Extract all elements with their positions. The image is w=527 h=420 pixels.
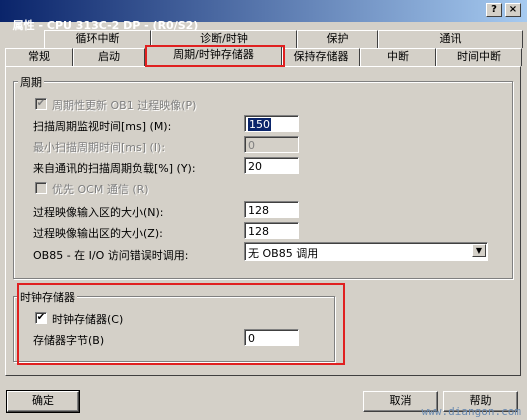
watermark: www.diangon.com [421,405,521,418]
tab-cyclic-interrupt[interactable]: 循环中断 [44,30,151,48]
tab-label: 循环中断 [75,32,120,45]
ocm-priority-label: 优先 OCM 通信 (R) [52,183,149,196]
scan-monitor-value: 150 [248,118,271,131]
tab-communication[interactable]: 通讯 [378,30,523,48]
min-scan-label: 最小扫描周期时间[ms] (I): [33,141,166,154]
tab-label: 保持存储器 [293,50,349,63]
tab-protection[interactable]: 保护 [297,30,378,48]
tab-time-of-day-interrupts[interactable]: 时间中断 [436,48,522,66]
update-image-checkbox[interactable]: ✔ [35,98,47,110]
ob85-value: 无 OB85 调用 [248,247,319,260]
tab-label: 时间中断 [457,50,501,63]
tab-label: 启动 [98,50,120,63]
tab-retentive-memory[interactable]: 保持存储器 [282,48,360,66]
clock-memory-label: 时钟存储器(C) [52,313,124,326]
ob85-select[interactable]: 无 OB85 调用 ▼ [244,242,488,261]
clock-memory-checkbox[interactable]: ✔ [35,312,47,324]
tab-label: 保护 [326,32,349,45]
comm-load-input[interactable]: 20 [244,157,299,174]
close-icon[interactable]: × [505,3,521,17]
chevron-down-icon[interactable]: ▼ [472,244,486,257]
clock-memory-group-title: 时钟存储器 [18,289,77,305]
memory-byte-label: 存储器字节(B) [33,334,105,347]
output-image-size-label: 过程映像输出区的大小(Z): [33,227,163,240]
tab-panel: 周期 ✔ 周期性更新 OB1 过程映像(P) 扫描周期监视时间[ms] (M):… [5,66,521,376]
tab-label: 通讯 [439,32,462,45]
tab-general[interactable]: 常规 [5,48,73,66]
title-bar: 属性 - CPU 313C-2 DP - (R0/S2) [0,0,527,32]
scan-monitor-label: 扫描周期监视时间[ms] (M): [33,120,172,133]
help-title-button[interactable]: ? [486,3,502,17]
output-image-size-input[interactable]: 128 [244,222,299,239]
input-image-size-label: 过程映像输入区的大小(N): [33,206,164,219]
memory-byte-input[interactable]: 0 [244,329,299,346]
comm-load-label: 来自通讯的扫描周期负载[%] (Y): [33,162,196,175]
tab-label: 周期/时钟存储器 [173,48,254,61]
min-scan-input[interactable]: 0 [244,136,299,153]
scan-monitor-input[interactable]: 150 [244,115,299,132]
tab-label: 常规 [28,50,50,63]
tab-cycle-clock-memory[interactable]: 周期/时钟存储器 [145,46,282,67]
ocm-priority-checkbox[interactable] [35,182,47,194]
tab-label: 诊断/时钟 [200,32,248,45]
cycle-group-title: 周期 [18,74,44,90]
tab-startup[interactable]: 启动 [73,48,145,66]
ok-button[interactable]: 确定 [6,390,80,413]
input-image-size-input[interactable]: 128 [244,201,299,218]
ob85-label: OB85 - 在 I/O 访问错误时调用: [33,249,189,262]
update-image-label: 周期性更新 OB1 过程映像(P) [52,99,197,112]
tab-label: 中断 [387,50,409,63]
tab-interrupts[interactable]: 中断 [360,48,436,66]
